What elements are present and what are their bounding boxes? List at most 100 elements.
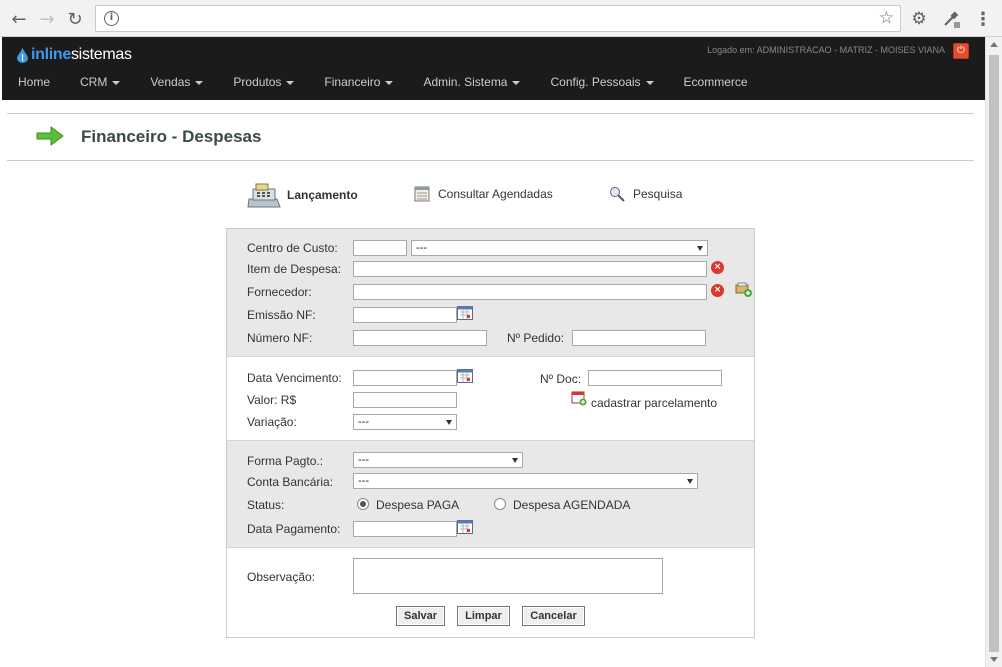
fornecedor-label: Fornecedor: [247,285,312,299]
browser-menu-icon[interactable]: ⋮ [972,8,994,30]
status-paga-radio[interactable] [357,498,369,510]
clear-item-despesa-icon[interactable]: × [711,261,724,274]
calendar-picker-icon[interactable] [457,369,473,383]
menu-item-config-pessoais[interactable]: Config. Pessoais [550,75,654,89]
data-vencimento-input[interactable] [353,370,457,386]
extension-gear-icon[interactable]: ⚙ [908,8,930,30]
observacao-textarea[interactable] [353,558,663,594]
logo-text-inline: inline [31,46,71,63]
cancelar-button[interactable]: Cancelar [522,606,585,626]
logo-drop-icon [17,47,28,63]
menu-item-home[interactable]: Home [18,75,50,89]
despesa-form: Centro de Custo: --- Item de Despesa: × … [226,228,755,638]
numero-doc-input[interactable] [588,370,722,386]
app-header: inline sistemas Logado em: ADMINISTRACAO … [2,37,985,100]
caret-down-icon [645,80,654,85]
status-paga-label: Despesa PAGA [376,498,460,512]
address-bar[interactable]: i ☆ [95,5,901,32]
calendar-picker-icon[interactable] [457,306,473,320]
caret-down-icon [112,80,121,85]
add-fornecedor-icon[interactable] [735,282,753,298]
title-divider-bottom [7,160,974,161]
variacao-label: Variação: [247,415,297,429]
magnifier-icon [610,187,625,202]
scroll-down-icon[interactable] [990,657,998,662]
reload-icon[interactable]: ↻ [64,8,86,30]
page-title: Financeiro - Despesas [81,127,262,146]
scrollbar-thumb[interactable] [989,55,999,652]
menu-item-ecommerce[interactable]: Ecommerce [684,75,748,89]
forma-pagto-select[interactable]: --- [353,452,523,468]
tab-pesquisa-label: Pesquisa [633,187,683,201]
numero-nf-label: Número NF: [247,331,313,345]
centro-custo-select[interactable]: --- [411,240,708,256]
logged-user-text: Logado em: ADMINISTRACAO - MATRIZ - MOIS… [707,45,945,55]
fornecedor-input[interactable] [353,284,707,300]
forward-icon[interactable]: → [36,8,58,30]
back-icon[interactable]: ← [8,8,30,30]
valor-label: Valor: R$ [247,393,297,407]
data-pagamento-input[interactable] [353,521,457,537]
green-arrow-icon [36,126,64,146]
menu-item-crm[interactable]: CRM [80,75,121,89]
limpar-button[interactable]: Limpar [457,606,510,626]
item-despesa-input[interactable] [353,261,707,277]
extension-eyedropper-icon[interactable] [940,8,962,30]
clear-fornecedor-icon[interactable]: × [711,284,724,297]
bookmark-star-icon[interactable]: ☆ [879,8,894,28]
menu-item-vendas[interactable]: Vendas [150,75,204,89]
numero-pedido-input[interactable] [572,330,706,346]
logout-power-icon[interactable]: ⏻ [953,43,969,59]
menu-label-admin-sistema: Admin. Sistema [423,75,508,89]
tab-pesquisa[interactable]: Pesquisa [609,186,682,202]
tab-lancamento-label: Lançamento [287,188,358,202]
menu-label-home: Home [18,75,51,89]
logo[interactable]: inline sistemas [17,44,132,66]
status-label: Status: [247,498,285,512]
data-pagamento-label: Data Pagamento: [247,522,341,536]
browser-toolbar: ← → ↻ i ☆ ⚙ ⋮ [0,0,1002,37]
menu-label-config-pessoais: Config. Pessoais [550,75,641,89]
menu-label-produtos: Produtos [233,75,282,89]
menu-label-financeiro: Financeiro [324,75,381,89]
variacao-select[interactable]: --- [353,414,457,430]
emissao-nf-input[interactable] [353,307,457,323]
vertical-scrollbar[interactable] [985,37,1002,667]
calendar-picker-icon[interactable] [457,520,473,534]
menu-item-financeiro[interactable]: Financeiro [324,75,394,89]
conta-bancaria-label: Conta Bancária: [247,475,334,489]
logo-text-sistemas: sistemas [70,46,132,63]
menu-item-admin-sistema[interactable]: Admin. Sistema [423,75,521,89]
status-agendada-radio[interactable] [494,498,506,510]
calendar-add-icon[interactable] [571,390,587,406]
section-pagamento: Forma Pagto.: --- Conta Bancária: --- St… [227,441,754,548]
numero-nf-input[interactable] [353,330,487,346]
conta-bancaria-select[interactable]: --- [353,473,698,489]
forma-pagto-label: Forma Pagto.: [247,454,324,468]
tab-lancamento[interactable]: Lançamento [247,181,358,209]
tab-consultar-agendadas[interactable]: Consultar Agendadas [414,186,553,202]
info-icon[interactable]: i [104,11,119,26]
caret-down-icon [195,80,204,85]
observacao-label: Observação: [247,570,316,584]
salvar-button[interactable]: Salvar [396,606,445,626]
centro-custo-code-input[interactable] [353,240,407,256]
cadastrar-parcelamento-link[interactable]: cadastrar parcelamento [591,396,717,410]
menu-label-ecommerce: Ecommerce [683,75,748,89]
numero-doc-label: Nº Doc: [540,372,582,386]
caret-down-icon [385,80,394,85]
section-documento: Centro de Custo: --- Item de Despesa: × … [227,229,754,357]
valor-input[interactable] [353,392,457,408]
status-agendada-label: Despesa AGENDADA [513,498,631,512]
menu-label-vendas: Vendas [150,75,191,89]
tab-consultar-label: Consultar Agendadas [438,187,553,201]
cash-register-icon [247,183,281,208]
menu-item-produtos[interactable]: Produtos [233,75,295,89]
centro-custo-label: Centro de Custo: [247,241,338,255]
emissao-nf-label: Emissão NF: [247,308,316,322]
scroll-up-icon[interactable] [990,42,998,47]
menu-label-crm: CRM [80,75,108,89]
main-menu: Home CRM Vendas Produtos Financeiro Admi… [18,75,778,89]
numero-pedido-label: Nº Pedido: [507,331,565,345]
calendar-icon [414,186,430,202]
